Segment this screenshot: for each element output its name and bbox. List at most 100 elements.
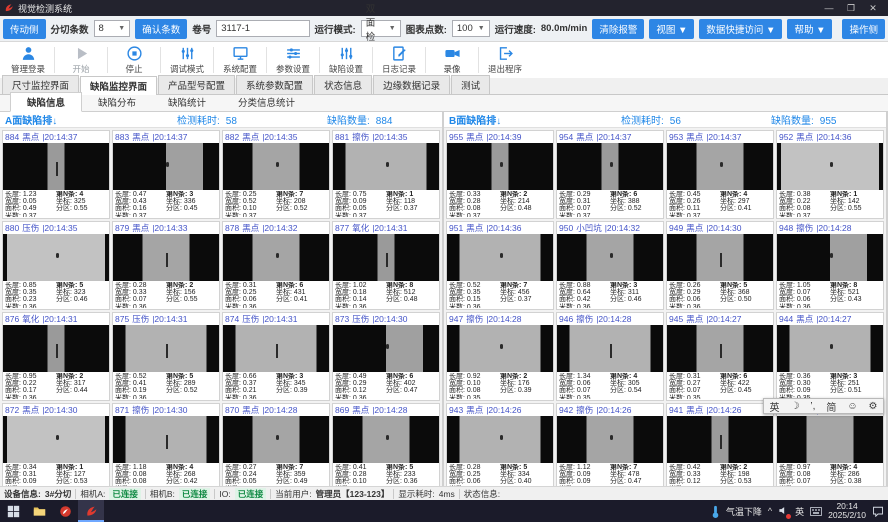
defect-card-879[interactable]: 879黑点|20:14:33长度: 0.28宽度: 0.33面积: 0.07米数…: [112, 221, 220, 310]
tray-expand-icon[interactable]: ^: [768, 506, 772, 516]
defect-card-954[interactable]: 954黑点|20:14:37长度: 0.29宽度: 0.31面积: 0.07米数…: [556, 130, 664, 219]
ime-smiley-icon[interactable]: ☺: [847, 401, 857, 412]
defect-card-880[interactable]: 880压伤|20:14:35长度: 0.85宽度: 0.35面积: 0.23米数…: [2, 221, 110, 310]
volume-icon[interactable]: [778, 505, 789, 518]
defect-card-950[interactable]: 950小凹坑|20:14:32长度: 0.88宽度: 0.64面积: 0.42米…: [556, 221, 664, 310]
defect-card-951[interactable]: 951黑点|20:14:36长度: 0.52宽度: 0.35面积: 0.15米数…: [446, 221, 554, 310]
defect-image[interactable]: [113, 234, 219, 281]
ime-punct-toggle[interactable]: ’,: [810, 401, 815, 412]
defect-card-946[interactable]: 946擦伤|20:14:28长度: 1.34宽度: 0.06面积: 0.07米数…: [556, 312, 664, 401]
action-journal[interactable]: 日志记录: [373, 43, 425, 77]
defect-card-873[interactable]: 873压伤|20:14:30长度: 0.49宽度: 0.29面积: 0.12米数…: [332, 312, 440, 401]
start-button[interactable]: [0, 500, 26, 522]
defect-image[interactable]: [333, 416, 439, 463]
defect-image[interactable]: [113, 325, 219, 372]
defect-card-943[interactable]: 943黑点|20:14:26长度: 0.28宽度: 0.25面积: 0.06米数…: [446, 403, 554, 492]
action-sliders-v[interactable]: 缺陷设置: [320, 43, 372, 77]
defect-card-883[interactable]: 883黑点|20:14:37长度: 0.47宽度: 0.43面积: 0.16米数…: [112, 130, 220, 219]
defect-card-876[interactable]: 876氧化|20:14:31长度: 0.95宽度: 0.22面积: 0.17米数…: [2, 312, 110, 401]
defect-image[interactable]: [113, 416, 219, 463]
ime-tray-lang[interactable]: 英: [795, 505, 804, 518]
defect-card-872[interactable]: 872黑点|20:14:30长度: 0.34宽度: 0.31面积: 0.09米数…: [2, 403, 110, 492]
action-sliders-h[interactable]: 参数设置: [267, 43, 319, 77]
subtab-缺陷统计[interactable]: 缺陷统计: [152, 93, 222, 111]
notification-center-icon[interactable]: [872, 505, 884, 517]
defect-card-955[interactable]: 955黑点|20:14:39长度: 0.33宽度: 0.28面积: 0.08米数…: [446, 130, 554, 219]
defect-image[interactable]: [3, 416, 109, 463]
defect-image[interactable]: [557, 143, 663, 190]
defect-card-870[interactable]: 870黑点|20:14:28长度: 0.27宽度: 0.24面积: 0.05米数…: [222, 403, 330, 492]
action-exit[interactable]: 退出程序: [479, 43, 531, 77]
defect-image[interactable]: [3, 143, 109, 190]
run-mode-select[interactable]: 双面检测▼: [361, 20, 401, 37]
defect-image[interactable]: [113, 143, 219, 190]
defect-card-882[interactable]: 882黑点|20:14:35长度: 0.25宽度: 0.52面积: 0.10米数…: [222, 130, 330, 219]
help-menu-button[interactable]: 帮助 ▼: [787, 19, 832, 39]
defect-image[interactable]: [667, 325, 773, 372]
defect-card-949[interactable]: 949黑点|20:14:30长度: 0.26宽度: 0.29面积: 0.06米数…: [666, 221, 774, 310]
defect-image[interactable]: [447, 416, 553, 463]
ime-settings-icon[interactable]: ⚙: [869, 401, 878, 412]
panel-title[interactable]: A面缺陷排↓: [5, 112, 177, 127]
defect-image[interactable]: [223, 416, 329, 463]
drive-side-button[interactable]: 传动侧: [3, 19, 46, 39]
confirm-count-button[interactable]: 确认条数: [135, 19, 187, 39]
chart-points-select[interactable]: 100▼: [452, 20, 490, 37]
defect-image[interactable]: [3, 234, 109, 281]
data-quick-access-button[interactable]: 数据快捷访问 ▼: [699, 19, 782, 39]
tab-缺陷监控界面[interactable]: 缺陷监控界面: [80, 76, 157, 95]
defect-card-871[interactable]: 871擦伤|20:14:30长度: 1.18宽度: 0.08面积: 0.08米数…: [112, 403, 220, 492]
defect-card-884[interactable]: 884黑点|20:14:37长度: 1.23宽度: 0.05面积: 0.49米数…: [2, 130, 110, 219]
defect-image[interactable]: [223, 234, 329, 281]
tab-系统参数配置[interactable]: 系统参数配置: [236, 75, 313, 94]
defect-image[interactable]: [3, 325, 109, 372]
defect-image[interactable]: [223, 143, 329, 190]
defect-card-944[interactable]: 944黑点|20:14:27长度: 0.36宽度: 0.30面积: 0.09米数…: [776, 312, 884, 401]
defect-image[interactable]: [447, 143, 553, 190]
defect-image[interactable]: [777, 416, 883, 463]
defect-card-877[interactable]: 877氧化|20:14:31长度: 1.02宽度: 0.18面积: 0.14米数…: [332, 221, 440, 310]
defect-image[interactable]: [777, 325, 883, 372]
defect-card-875[interactable]: 875压伤|20:14:31长度: 0.52宽度: 0.41面积: 0.19米数…: [112, 312, 220, 401]
panel-title[interactable]: B面缺陷排↓: [449, 112, 621, 127]
defect-image[interactable]: [557, 234, 663, 281]
ime-lang-toggle[interactable]: 英: [769, 399, 779, 414]
action-tune[interactable]: 调试模式: [161, 43, 213, 77]
maximize-button[interactable]: ❐: [840, 3, 862, 14]
subtab-缺陷信息[interactable]: 缺陷信息: [10, 92, 82, 112]
tab-状态信息[interactable]: 状态信息: [314, 75, 372, 94]
keyboard-icon[interactable]: [810, 507, 822, 516]
weather-text[interactable]: 气温下降: [726, 505, 762, 518]
defect-card-945[interactable]: 945黑点|20:14:27长度: 0.31宽度: 0.27面积: 0.07米数…: [666, 312, 774, 401]
slit-count-select[interactable]: 8▼: [94, 20, 131, 37]
taskbar-clock[interactable]: 20:14 2025/2/10: [828, 502, 866, 520]
defect-card-874[interactable]: 874压伤|20:14:31长度: 0.66宽度: 0.37面积: 0.21米数…: [222, 312, 330, 401]
defect-image[interactable]: [667, 143, 773, 190]
defect-image[interactable]: [667, 416, 773, 463]
app-icon-red-active[interactable]: [78, 500, 104, 522]
defect-card-953[interactable]: 953黑点|20:14:37长度: 0.45宽度: 0.26面积: 0.11米数…: [666, 130, 774, 219]
file-explorer-icon[interactable]: [26, 500, 52, 522]
minimize-button[interactable]: —: [818, 3, 840, 13]
defect-image[interactable]: [777, 234, 883, 281]
defect-card-952[interactable]: 952黑点|20:14:36长度: 0.38宽度: 0.22面积: 0.08米数…: [776, 130, 884, 219]
defect-image[interactable]: [333, 325, 439, 372]
ime-moon-icon[interactable]: ☽: [790, 401, 799, 412]
action-person[interactable]: 管理登录: [2, 43, 54, 77]
action-camera[interactable]: 录像: [426, 43, 478, 77]
defect-image[interactable]: [557, 416, 663, 463]
defect-image[interactable]: [777, 143, 883, 190]
subtab-缺陷分布[interactable]: 缺陷分布: [82, 93, 152, 111]
tab-边缘数据记录[interactable]: 边缘数据记录: [373, 75, 450, 94]
defect-card-942[interactable]: 942擦伤|20:14:26长度: 1.12宽度: 0.09面积: 0.09米数…: [556, 403, 664, 492]
defect-image[interactable]: [333, 143, 439, 190]
defect-card-881[interactable]: 881擦伤|20:14:35长度: 0.75宽度: 0.09面积: 0.05米数…: [332, 130, 440, 219]
defect-card-947[interactable]: 947擦伤|20:14:28长度: 0.92宽度: 0.10面积: 0.08米数…: [446, 312, 554, 401]
close-button[interactable]: ✕: [862, 3, 884, 14]
roll-number-input[interactable]: 3117-1: [216, 20, 309, 37]
defect-card-878[interactable]: 878黑点|20:14:32长度: 0.31宽度: 0.25面积: 0.06米数…: [222, 221, 330, 310]
view-menu-button[interactable]: 视图 ▼: [649, 19, 694, 39]
action-stop[interactable]: 停止: [108, 43, 160, 77]
defect-image[interactable]: [667, 234, 773, 281]
defect-image[interactable]: [447, 325, 553, 372]
